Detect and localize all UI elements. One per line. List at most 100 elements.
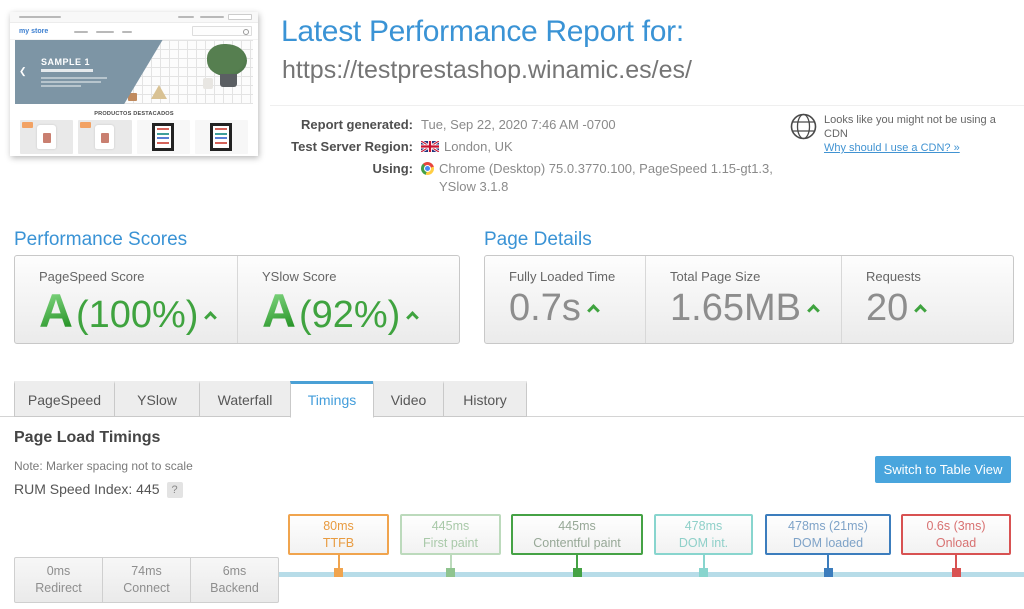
total-page-size-value: 1.65MB [670, 287, 801, 329]
uk-flag-icon [421, 141, 439, 152]
marker-dot [824, 568, 833, 577]
cdn-why-link[interactable]: Why should I use a CDN? » [824, 141, 1020, 156]
segment-connect: 74ms Connect [102, 558, 190, 602]
placeholder-bar [178, 16, 194, 18]
marker-dom-loaded: 478ms (21ms) DOM loaded [765, 514, 891, 555]
marker-value: 478ms [656, 518, 751, 535]
meta-label: Report generated: [281, 116, 413, 134]
expand-caret-icon[interactable] [807, 304, 820, 317]
marker-label: DOM loaded [767, 535, 889, 552]
rum-speed-index: RUM Speed Index: 445? [14, 481, 183, 498]
thumb-product-poster [152, 123, 174, 151]
score-label: YSlow Score [262, 269, 459, 284]
page-details-panel: Fully Loaded Time 0.7s Total Page Size 1… [484, 255, 1014, 344]
placeholder-bar [19, 16, 61, 18]
placeholder-bar [74, 31, 88, 33]
marker-ttfb: 80ms TTFB [288, 514, 389, 555]
expand-caret-icon[interactable] [914, 304, 927, 317]
marker-value: 445ms [402, 518, 499, 535]
tab-waterfall[interactable]: Waterfall [199, 381, 291, 417]
detail-label: Requests [866, 269, 1013, 284]
requests-cell: Requests 20 [841, 256, 1013, 343]
thumb-product-poster [210, 123, 232, 151]
segment-value: 0ms [15, 563, 102, 580]
thumb-carousel-prev-icon: ❮ [19, 66, 27, 77]
yslow-grade: A [262, 284, 296, 337]
placeholder-bar [41, 85, 81, 87]
expand-caret-icon[interactable] [205, 311, 218, 324]
thumb-product-card [137, 120, 190, 154]
meta-label: Using: [281, 160, 413, 178]
marker-value: 0.6s (3ms) [903, 518, 1009, 535]
placeholder-bar [41, 81, 101, 83]
yslow-score-cell: YSlow Score A(92%) [237, 256, 459, 343]
help-icon[interactable]: ? [167, 482, 183, 498]
segment-value: 6ms [191, 563, 278, 580]
page-details-heading: Page Details [484, 229, 592, 251]
fully-loaded-time-cell: Fully Loaded Time 0.7s [485, 256, 645, 343]
switch-to-table-view-button[interactable]: Switch to Table View [875, 456, 1011, 483]
segment-label: Redirect [15, 580, 102, 597]
marker-label: First paint [402, 535, 499, 552]
expand-caret-icon[interactable] [406, 311, 419, 324]
pagespeed-score-cell: PageSpeed Score A(100%) [15, 256, 237, 343]
marker-onload: 0.6s (3ms) Onload [901, 514, 1011, 555]
thumb-store-logo: my store [19, 27, 48, 35]
placeholder-bar [41, 69, 93, 72]
report-url: https://testprestashop.winamic.es/es/ [282, 56, 692, 85]
segment-label: Connect [103, 580, 190, 597]
marker-dot [446, 568, 455, 577]
marker-label: Onload [903, 535, 1009, 552]
tab-yslow[interactable]: YSlow [114, 381, 200, 417]
thumb-hero-slider: ❮ SAMPLE 1 [15, 40, 253, 104]
report-meta: Report generated: Tue, Sep 22, 2020 7:46… [281, 116, 781, 200]
thumb-discount-badge [80, 122, 91, 128]
marker-dot [699, 568, 708, 577]
tab-history[interactable]: History [443, 381, 527, 417]
tab-pagespeed[interactable]: PageSpeed [14, 381, 115, 417]
segment-value: 74ms [103, 563, 190, 580]
score-label: PageSpeed Score [39, 269, 237, 284]
cdn-note-text: Looks like you might not be using a CDN [824, 113, 1020, 141]
segment-label: Backend [191, 580, 278, 597]
thumb-product-card [195, 120, 248, 154]
thumb-navbar: my store [10, 23, 258, 40]
placeholder-bar [122, 31, 132, 33]
thumb-discount-badge [22, 122, 33, 128]
requests-value: 20 [866, 287, 908, 329]
marker-dot [573, 568, 582, 577]
thumb-plant-pot [220, 74, 237, 87]
placeholder-bar [200, 16, 224, 18]
thumb-plant-decor [207, 44, 247, 76]
meta-row-generated: Report generated: Tue, Sep 22, 2020 7:46… [281, 116, 781, 134]
meta-label: Test Server Region: [281, 138, 413, 156]
meta-value: Chrome (Desktop) 75.0.3770.100, PageSpee… [439, 160, 781, 196]
timings-note: Note: Marker spacing not to scale [14, 459, 193, 473]
meta-value: Tue, Sep 22, 2020 7:46 AM -0700 [421, 116, 616, 134]
thumb-product-card [78, 120, 131, 154]
expand-caret-icon[interactable] [587, 304, 600, 317]
performance-scores-heading: Performance Scores [14, 229, 187, 251]
meta-row-using: Using: Chrome (Desktop) 75.0.3770.100, P… [281, 160, 781, 196]
marker-label: Contentful paint [513, 535, 641, 552]
marker-first-paint: 445ms First paint [400, 514, 501, 555]
marker-value: 445ms [513, 518, 641, 535]
thumb-hero-title: SAMPLE 1 [41, 57, 90, 67]
thumb-product-shirt [37, 125, 56, 149]
performance-scores-panel: PageSpeed Score A(100%) YSlow Score A(92… [14, 255, 460, 344]
header-divider [270, 105, 1024, 106]
thumb-vase-decor [203, 78, 213, 89]
thumb-products-row [10, 118, 258, 154]
page-load-timings-heading: Page Load Timings [14, 429, 160, 447]
marker-dot [952, 568, 961, 577]
globe-icon [790, 113, 817, 140]
thumb-product-shirt [95, 125, 114, 149]
timeline-segments: 0ms Redirect 74ms Connect 6ms Backend [14, 557, 279, 603]
tab-timings[interactable]: Timings [290, 381, 374, 418]
placeholder-bar [96, 31, 114, 33]
site-screenshot-thumbnail: my store ❮ SAMPLE 1 PRODUCTOS DESTACADOS [10, 12, 258, 156]
chrome-icon [421, 162, 434, 175]
segment-redirect: 0ms Redirect [15, 558, 102, 602]
tab-video[interactable]: Video [373, 381, 444, 417]
meta-row-region: Test Server Region: London, UK [281, 138, 781, 156]
